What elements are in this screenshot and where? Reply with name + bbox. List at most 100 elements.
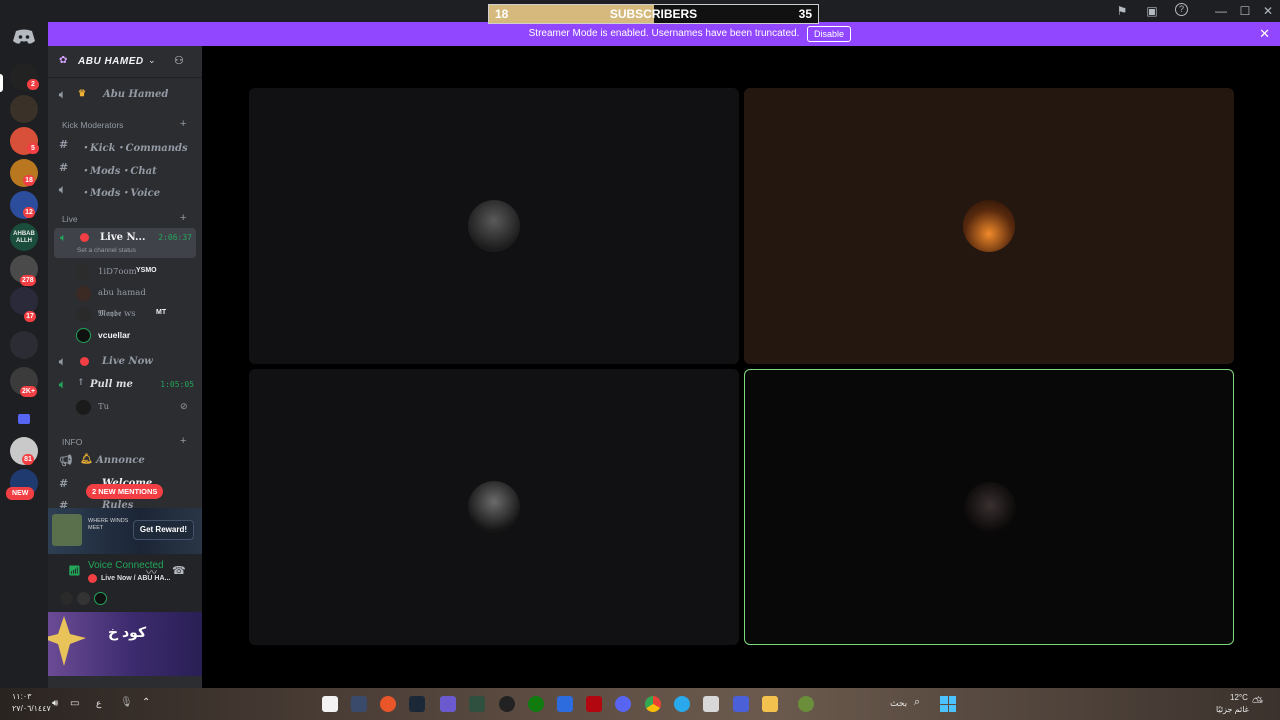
guild-header[interactable]: ✿ ABU HAMED ⌄ ⚇ <box>48 46 202 78</box>
reward-promo-banner: WHERE WINDS MEET Get Reward! <box>48 508 202 554</box>
server-boost-icon: ✿ <box>59 55 68 66</box>
video-tile-speaking[interactable] <box>744 369 1234 645</box>
live-dot-icon <box>80 357 89 366</box>
network-icon[interactable]: ▭ <box>70 698 79 709</box>
channel-label: Pull me <box>90 379 133 390</box>
flag-icon[interactable]: ⚑ <box>1114 3 1130 19</box>
voice-channel-abu-hamed[interactable]: 🔈︎ ♛ Abu Hamed <box>56 86 196 104</box>
language-indicator[interactable]: ع <box>96 698 101 709</box>
microphone-icon[interactable]: 🎙︎ <box>120 697 133 708</box>
capcut-icon[interactable] <box>322 696 338 712</box>
voice-channel-name[interactable]: Live Now / ABU HA... <box>101 575 170 582</box>
user-tag: YSMO <box>136 267 157 274</box>
store-icon[interactable] <box>703 696 719 712</box>
video-tile[interactable] <box>249 369 739 645</box>
user-name: 𝕸𝖆𝖞𝖇𝖊 ws <box>98 309 136 319</box>
add-channel-icon[interactable]: + <box>180 212 186 224</box>
voice-channel-pull-me[interactable]: 🔈︎ ↑ Pull me 1:05:05 <box>56 376 196 394</box>
app-icon[interactable] <box>798 696 814 712</box>
windows-start-icon[interactable] <box>940 696 956 712</box>
category-live[interactable]: Live <box>62 214 78 224</box>
add-channel-icon[interactable]: + <box>180 118 186 130</box>
server-badge: 5 <box>27 143 39 154</box>
help-icon[interactable]: ? <box>1175 3 1188 16</box>
discord-icon[interactable] <box>615 696 631 712</box>
channel-status[interactable]: Set a channel status <box>77 247 136 254</box>
star-icon <box>48 616 86 666</box>
user-name: 1iD7oom <box>98 267 137 277</box>
category-info[interactable]: INFO <box>62 437 82 447</box>
chevron-down-icon: ⌄ <box>148 55 156 65</box>
voice-connected-panel: 📶︎ Voice Connected Live Now / ABU HA... … <box>48 554 202 612</box>
banner-close-icon[interactable]: ✕ <box>1259 26 1270 42</box>
chrome-icon[interactable] <box>645 696 661 712</box>
close-icon[interactable]: ✕ <box>1260 3 1276 19</box>
new-badge: NEW <box>6 487 35 500</box>
app-icon[interactable] <box>469 696 485 712</box>
new-mentions-badge[interactable]: 2 NEW MENTIONS <box>86 484 164 499</box>
xbox-icon[interactable] <box>528 696 544 712</box>
maximize-icon[interactable]: ☐ <box>1237 3 1253 19</box>
server-icon-8[interactable] <box>10 287 38 315</box>
firefox-icon[interactable] <box>380 696 396 712</box>
text-channel-kick-commands[interactable]: # ・Kick・Commands <box>56 136 196 154</box>
disconnect-icon[interactable]: ☎ <box>172 564 186 577</box>
channel-sidebar: ✿ ABU HAMED ⌄ ⚇ 🔈︎ ♛ Abu Hamed Kick Mode… <box>48 46 202 688</box>
video-tile[interactable] <box>249 88 739 364</box>
netflix-icon[interactable] <box>586 696 602 712</box>
folder-icon[interactable] <box>18 414 30 424</box>
hash-icon: # <box>59 477 69 490</box>
promo-banner[interactable]: كود خ <box>48 612 202 676</box>
app-icon[interactable] <box>557 696 573 712</box>
file-explorer-icon[interactable] <box>762 696 778 712</box>
minimize-icon[interactable]: — <box>1213 3 1229 19</box>
banner-text: Streamer Mode is enabled. Usernames have… <box>528 28 800 39</box>
add-member-icon[interactable]: ⚇ <box>174 54 184 67</box>
search-box[interactable]: بحث <box>890 698 907 709</box>
disable-button[interactable]: Disable <box>807 26 851 42</box>
clock-time[interactable]: ١١:٠٣ <box>12 692 31 701</box>
server-icon-2[interactable] <box>10 95 38 123</box>
category-kick-moderators[interactable]: Kick Moderators <box>62 120 123 130</box>
subscriber-goal: 35 <box>798 7 812 21</box>
avatar[interactable] <box>77 592 90 605</box>
clock-date[interactable]: ٢٧/٠٦/١٤٤٧ <box>12 704 51 713</box>
hash-icon: # <box>59 161 69 174</box>
app-icon[interactable] <box>733 696 749 712</box>
signal-icon: 📶︎ <box>68 566 81 577</box>
voice-channel-mods-voice[interactable]: 🔈︎ ・Mods・Voice <box>56 181 196 199</box>
weather-temp[interactable]: 12°C <box>1230 693 1248 702</box>
app-icon[interactable] <box>351 696 367 712</box>
title-bar: 18 SUBSCRIBERS 35 ⚑ ▣ ? — ☐ ✕ <box>0 0 1280 24</box>
app-icon[interactable] <box>440 696 456 712</box>
weather-desc[interactable]: غائم جزئيًا <box>1216 705 1249 714</box>
promo-text: كود خ <box>108 624 147 640</box>
server-folder-icon[interactable] <box>10 331 38 359</box>
steam-icon[interactable] <box>409 696 425 712</box>
voice-channel-live-now[interactable]: 🔈︎ Live Now <box>56 353 196 371</box>
avatar[interactable] <box>60 592 73 605</box>
announcement-channel-annonce[interactable]: 📢︎ 🔔︎ Annonce <box>56 452 196 470</box>
voice-channel-live-now-active[interactable]: 🔈︎ Live N... 2:06:37 Set a channel statu… <box>54 228 196 258</box>
volume-icon[interactable]: 🔊︎ <box>52 698 58 709</box>
chevron-up-icon[interactable]: ⌃ <box>142 697 150 708</box>
noise-suppression-icon[interactable]: 〰 <box>146 564 157 580</box>
get-reward-button[interactable]: Get Reward! <box>132 520 194 540</box>
app-icon[interactable] <box>499 696 515 712</box>
weather-icon[interactable]: ⛅︎ <box>1252 694 1263 711</box>
inbox-icon[interactable]: ▣ <box>1144 3 1160 19</box>
channel-label: Live Now <box>102 356 153 367</box>
avatar[interactable] <box>94 592 107 605</box>
text-channel-mods-chat[interactable]: # ・Mods・Chat <box>56 159 196 177</box>
user-name: Tu <box>98 402 110 412</box>
server-rail: 2 5 18 12 AHBAB ALLH 278 17 2K+ 81 NEW <box>0 22 48 688</box>
server-badge: 2 <box>27 79 39 90</box>
video-tile[interactable] <box>744 88 1234 364</box>
add-channel-icon[interactable]: + <box>180 435 186 447</box>
telegram-icon[interactable] <box>674 696 690 712</box>
participant-avatar <box>964 482 1016 534</box>
search-icon[interactable]: ⌕ <box>914 696 920 709</box>
server-icon-ahbab[interactable]: AHBAB ALLH <box>10 223 38 251</box>
discord-home-icon[interactable] <box>12 29 36 45</box>
avatar <box>76 265 91 280</box>
